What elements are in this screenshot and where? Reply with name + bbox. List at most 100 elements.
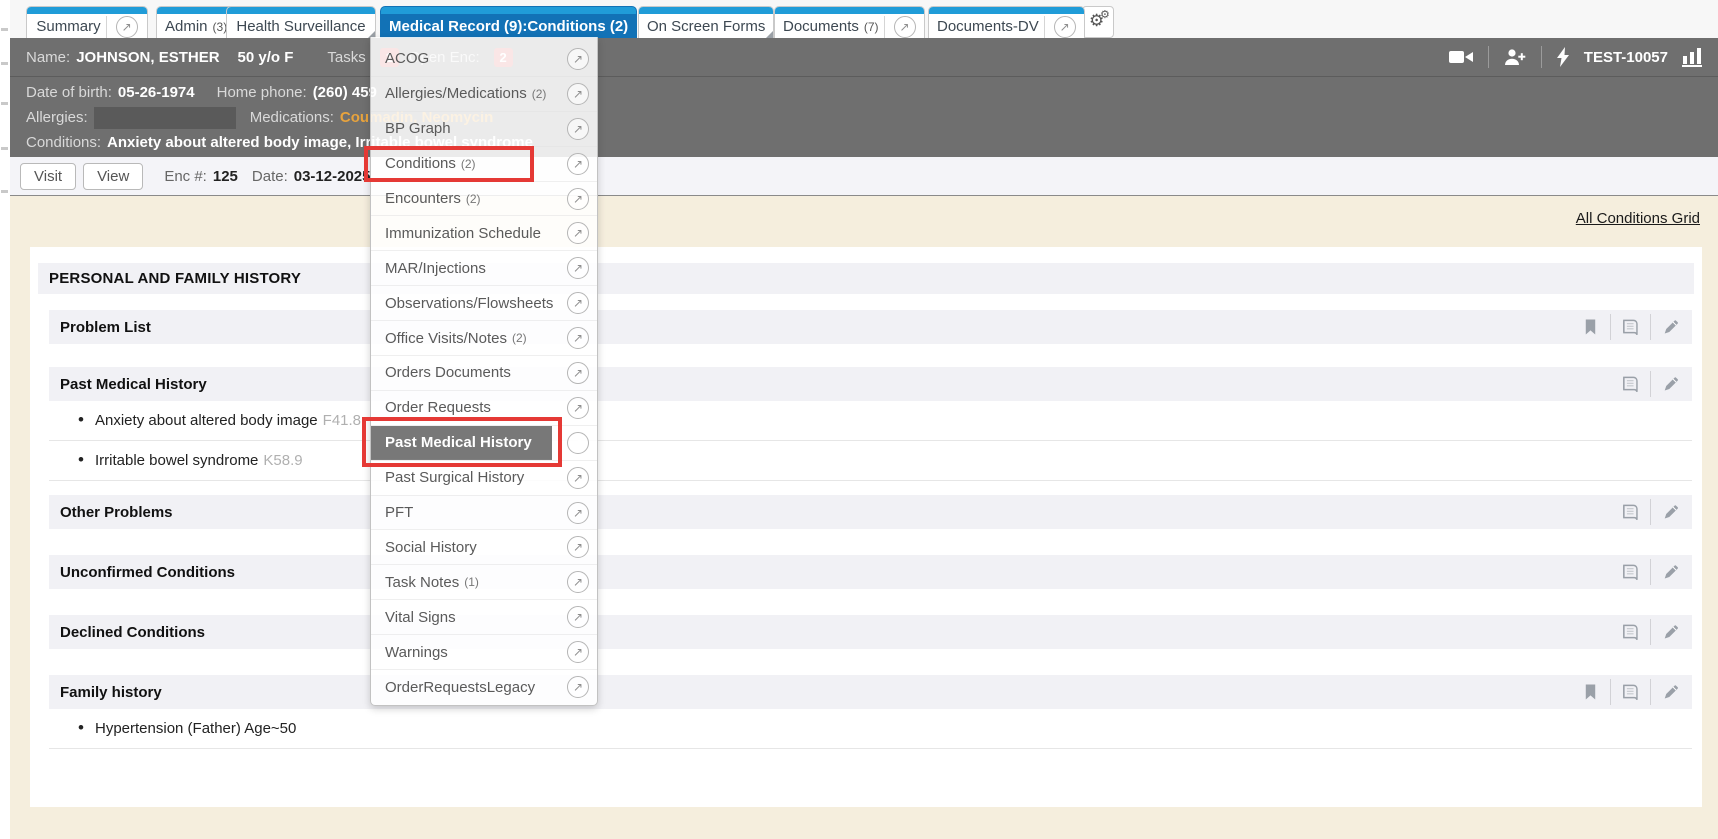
tab-label-area: Documents-DV↗: [929, 14, 1084, 38]
external-link-icon[interactable]: ↗: [567, 676, 589, 698]
external-link-icon[interactable]: ↗: [567, 83, 589, 105]
tab-medical-record-9-conditions-2[interactable]: Medical Record (9):Conditions (2): [380, 6, 637, 38]
menu-item-acog[interactable]: ACOG ↗: [371, 42, 597, 77]
bar-chart-icon[interactable]: [1682, 47, 1702, 67]
tab-label-area: Summary↗: [27, 14, 147, 38]
pencil-icon[interactable]: [1650, 314, 1690, 340]
external-link-icon[interactable]: ↗: [567, 362, 589, 384]
book-icon[interactable]: [1610, 371, 1650, 397]
menu-item-order-requests[interactable]: Order Requests↗: [371, 391, 597, 426]
external-link-icon[interactable]: ↗: [1054, 16, 1076, 38]
date-label: Date:: [252, 168, 288, 185]
section-title: Past Medical History: [60, 376, 207, 393]
menu-item-pft[interactable]: PFT↗: [371, 496, 597, 531]
menu-item-label: Vital Signs: [385, 609, 456, 626]
pencil-icon[interactable]: [1650, 371, 1690, 397]
sections-container: Problem ListPast Medical HistoryAnxiety …: [30, 310, 1702, 749]
date-value: 03-12-2025: [294, 168, 371, 185]
tab-label-area: Documents(7)↗: [775, 14, 924, 38]
menu-item-mar-injections[interactable]: MAR/Injections↗: [371, 251, 597, 286]
external-link-icon[interactable]: ↗: [567, 571, 589, 593]
rail-tick: [1, 62, 8, 65]
book-icon[interactable]: [1610, 499, 1650, 525]
menu-item-office-visits-notes[interactable]: Office Visits/Notes(2)↗: [371, 321, 597, 356]
pencil-icon[interactable]: [1650, 679, 1690, 705]
add-person-icon[interactable]: [1503, 47, 1527, 67]
tab-summary[interactable]: Summary↗: [26, 6, 148, 38]
menu-item-orders-documents[interactable]: Orders Documents ↗: [371, 356, 597, 391]
book-icon[interactable]: [1610, 619, 1650, 645]
external-link-icon[interactable]: ↗: [116, 16, 138, 38]
external-link-icon[interactable]: ↗: [567, 641, 589, 663]
tab-label-area: Medical Record (9):Conditions (2): [381, 14, 636, 38]
external-link-icon[interactable]: ↗: [567, 257, 589, 279]
bookmark-icon[interactable]: [1570, 314, 1610, 340]
external-link-icon[interactable]: ↗: [567, 432, 589, 454]
external-link-icon[interactable]: ↗: [567, 188, 589, 210]
external-link-icon[interactable]: ↗: [567, 292, 589, 314]
divider: [1488, 46, 1489, 68]
bookmark-icon[interactable]: [1570, 679, 1610, 705]
menu-item-label: ACOG: [385, 50, 429, 67]
book-icon[interactable]: [1610, 679, 1650, 705]
menu-item-label: Allergies/Medications: [385, 85, 527, 102]
menu-item-orderrequestslegacy[interactable]: OrderRequestsLegacy↗: [371, 670, 597, 705]
menu-item-social-history[interactable]: Social History↗: [371, 530, 597, 565]
visit-button[interactable]: Visit: [20, 163, 76, 190]
enc-number-label: Enc #:: [164, 168, 207, 185]
external-link-icon[interactable]: ↗: [894, 16, 916, 38]
section-row-unconfirmed-conditions: Unconfirmed Conditions: [49, 555, 1692, 589]
external-link-icon[interactable]: ↗: [567, 467, 589, 489]
menu-item-encounters[interactable]: Encounters(2)↗: [371, 182, 597, 217]
tab-top-strip: [27, 7, 147, 14]
menu-item-label: Observations/Flowsheets: [385, 295, 553, 312]
section-actions: [1610, 619, 1690, 645]
conditions-page: All Conditions Grid PERSONAL AND FAMILY …: [10, 196, 1718, 839]
section-row-family-history: Family history: [49, 675, 1692, 709]
video-camera-icon[interactable]: [1448, 47, 1474, 67]
section-title: Declined Conditions: [60, 624, 205, 641]
menu-item-label: Orders Documents: [385, 364, 511, 381]
section-actions: [1610, 371, 1690, 397]
book-icon[interactable]: [1610, 314, 1650, 340]
tab-top-strip: [157, 7, 235, 14]
lightning-bolt-icon[interactable]: [1556, 46, 1570, 68]
tab-on-screen-forms[interactable]: On Screen Forms: [638, 6, 774, 38]
tab-documents-dv[interactable]: Documents-DV↗: [928, 6, 1085, 38]
menu-item-allergies-medications[interactable]: Allergies/Medications(2)↗: [371, 77, 597, 112]
menu-item-conditions[interactable]: Conditions(2)↗: [371, 147, 597, 182]
pencil-icon[interactable]: [1650, 619, 1690, 645]
view-button[interactable]: View: [83, 163, 143, 190]
book-icon[interactable]: [1610, 559, 1650, 585]
tab-documents[interactable]: Documents(7)↗: [774, 6, 925, 38]
patient-header-line1: Name: JOHNSON, ESTHER 50 y/o F Tasks 1 O…: [10, 38, 1718, 77]
menu-item-immunization-schedule[interactable]: Immunization Schedule↗: [371, 216, 597, 251]
pencil-icon[interactable]: [1650, 499, 1690, 525]
external-link-icon[interactable]: ↗: [567, 118, 589, 140]
tasks-label[interactable]: Tasks: [327, 49, 365, 66]
menu-item-warnings[interactable]: Warnings↗: [371, 635, 597, 670]
menu-item-bp-graph[interactable]: BP Graph↗: [371, 112, 597, 147]
external-link-icon[interactable]: ↗: [567, 327, 589, 349]
tab-admin[interactable]: Admin(3): [156, 6, 236, 38]
settings-button[interactable]: ⚙ ⚙: [1082, 6, 1114, 38]
tab-health-surveillance[interactable]: Health Surveillance: [226, 6, 376, 38]
external-link-icon[interactable]: ↗: [567, 502, 589, 524]
tab-count: (3): [213, 20, 228, 34]
external-link-icon[interactable]: ↗: [567, 397, 589, 419]
condition-list-item: Irritable bowel syndromeK58.9: [49, 441, 1692, 481]
menu-item-past-medical-history[interactable]: Past Medical History↗: [371, 426, 597, 461]
pencil-icon[interactable]: [1650, 559, 1690, 585]
external-link-icon[interactable]: ↗: [567, 222, 589, 244]
external-link-icon[interactable]: ↗: [567, 606, 589, 628]
menu-item-task-notes[interactable]: Task Notes(1)↗: [371, 565, 597, 600]
menu-item-observations-flowsheets[interactable]: Observations/Flowsheets ↗: [371, 286, 597, 321]
divider: [884, 16, 885, 38]
external-link-icon[interactable]: ↗: [567, 536, 589, 558]
external-link-icon[interactable]: ↗: [567, 153, 589, 175]
menu-item-label: Conditions: [385, 155, 456, 172]
all-conditions-grid-link[interactable]: All Conditions Grid: [1576, 210, 1700, 227]
menu-item-vital-signs[interactable]: Vital Signs ↗: [371, 600, 597, 635]
menu-item-past-surgical-history[interactable]: Past Surgical History↗: [371, 461, 597, 496]
external-link-icon[interactable]: ↗: [567, 48, 589, 70]
